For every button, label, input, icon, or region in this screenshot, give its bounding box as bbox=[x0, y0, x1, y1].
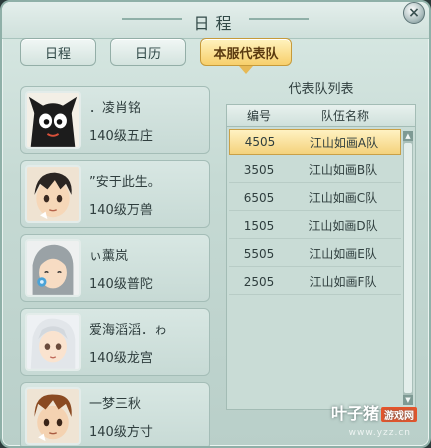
black-cat-avatar-icon bbox=[25, 91, 81, 149]
team-name: 江山如画B队 bbox=[308, 163, 378, 177]
table-row[interactable]: 6505 江山如画C队 bbox=[229, 185, 401, 211]
member-level: 140级方寸 bbox=[89, 425, 153, 440]
watermark-tag: 游戏网 bbox=[381, 407, 417, 422]
member-name: ぃ薰岚 bbox=[89, 249, 129, 264]
member-level: 140级普陀 bbox=[89, 277, 153, 292]
team-number: 3505 bbox=[243, 162, 275, 177]
member-card[interactable]: ”安于此生。 140级万兽 bbox=[20, 160, 210, 228]
team-number: 1505 bbox=[243, 218, 275, 233]
member-level: 140级龙宫 bbox=[89, 351, 153, 366]
table-row[interactable]: 2505 江山如画F队 bbox=[229, 269, 401, 295]
member-name: ”安于此生。 bbox=[89, 175, 161, 190]
table-row[interactable]: 1505 江山如画D队 bbox=[229, 213, 401, 239]
team-name: 江山如画F队 bbox=[309, 275, 377, 289]
team-name: 江山如画D队 bbox=[308, 219, 378, 233]
white-hair-avatar-icon bbox=[25, 313, 81, 371]
window-title: 日程 bbox=[193, 14, 238, 33]
column-number: 编号 bbox=[246, 109, 271, 123]
tab-schedule[interactable]: 日程 bbox=[20, 38, 96, 66]
team-list-panel: 代表队列表 编号 队伍名称 4505 江山如画A队 3505 江山如画B队 65… bbox=[226, 80, 416, 410]
team-number: 6505 bbox=[243, 190, 275, 205]
team-name: 江山如画E队 bbox=[309, 247, 377, 261]
tab-calendar[interactable]: 日历 bbox=[110, 38, 186, 66]
member-card[interactable]: 一梦三秋 140级方寸 bbox=[20, 382, 210, 446]
member-name: 爱海滔滔．ゎ bbox=[89, 323, 168, 338]
member-card[interactable]: ．凌肖铭 140级五庄 bbox=[20, 86, 210, 154]
watermark-url: www.yzz.cn bbox=[348, 428, 411, 438]
team-list-title: 代表队列表 bbox=[288, 82, 354, 97]
schedule-window: 日程 × 日程 日历 本服代表队 ．凌肖铭 140级五庄 ”安于此生。 140级… bbox=[0, 0, 431, 448]
team-name: 江山如画C队 bbox=[308, 191, 378, 205]
brown-hair-boy-avatar-icon bbox=[25, 387, 81, 445]
tab-server-team[interactable]: 本服代表队 bbox=[200, 38, 292, 74]
close-icon: × bbox=[408, 5, 420, 21]
dark-hair-boy-avatar-icon bbox=[25, 165, 81, 223]
team-number: 4505 bbox=[244, 135, 276, 149]
team-table: 编号 队伍名称 4505 江山如画A队 3505 江山如画B队 6505 江山如… bbox=[226, 104, 416, 410]
member-card[interactable]: ぃ薰岚 140级普陀 bbox=[20, 234, 210, 302]
title-decoration-right bbox=[249, 18, 309, 20]
table-row[interactable]: 3505 江山如画B队 bbox=[229, 157, 401, 183]
column-team-name: 队伍名称 bbox=[320, 109, 369, 123]
team-list-scrollbar[interactable]: ▲ ▼ bbox=[403, 131, 413, 405]
scroll-up-icon[interactable]: ▲ bbox=[403, 131, 413, 141]
member-list: ．凌肖铭 140级五庄 ”安于此生。 140级万兽 ぃ薰岚 140级普陀 爱海滔… bbox=[20, 86, 210, 446]
watermark-brand: 叶子猪 bbox=[330, 404, 379, 423]
gray-hair-girl-avatar-icon bbox=[25, 239, 81, 297]
table-header: 编号 队伍名称 bbox=[227, 105, 415, 127]
tab-bar: 日程 日历 本服代表队 bbox=[20, 38, 292, 74]
scroll-thumb[interactable] bbox=[404, 143, 412, 393]
member-level: 140级五庄 bbox=[89, 129, 153, 144]
team-number: 5505 bbox=[243, 246, 275, 261]
team-name: 江山如画A队 bbox=[309, 135, 379, 150]
close-button[interactable]: × bbox=[403, 2, 425, 24]
table-row[interactable]: 5505 江山如画E队 bbox=[229, 241, 401, 267]
watermark-logo: 叶子猪 游戏网 bbox=[331, 400, 417, 424]
member-level: 140级万兽 bbox=[89, 203, 153, 218]
team-number: 2505 bbox=[243, 274, 275, 289]
table-row[interactable]: 4505 江山如画A队 bbox=[229, 129, 401, 155]
member-card[interactable]: 爱海滔滔．ゎ 140级龙宫 bbox=[20, 308, 210, 376]
member-name: ．凌肖铭 bbox=[89, 101, 142, 116]
member-name: 一梦三秋 bbox=[89, 397, 142, 412]
